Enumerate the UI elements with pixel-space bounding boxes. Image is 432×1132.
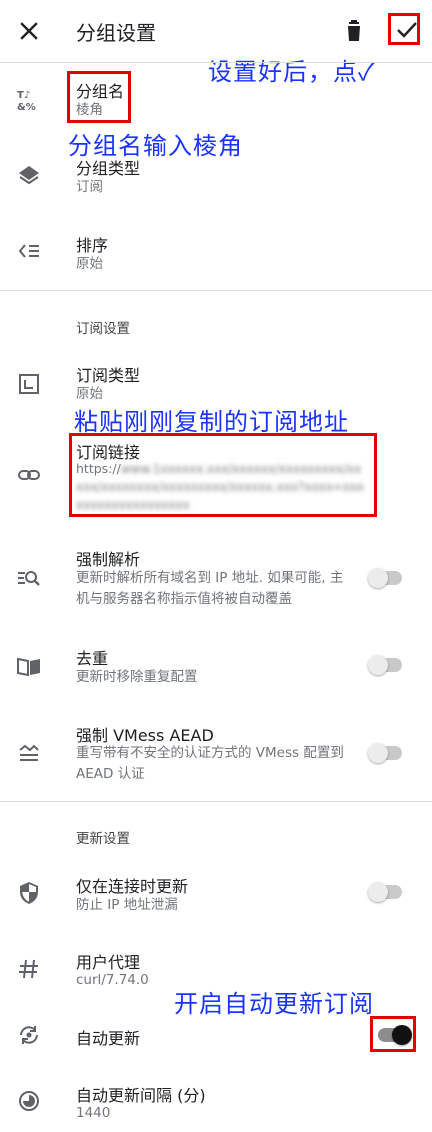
switch-thumb (368, 568, 388, 588)
vmess-aead-row[interactable]: 强制 VMess AEAD 重写带有不安全的认证方式的 VMess 配置到 AE… (0, 712, 432, 800)
auto-update-title: 自动更新 (76, 1029, 141, 1048)
auto-update-interval-row[interactable]: 自动更新间隔 (分) 1440 (0, 1068, 432, 1132)
sort-value: 原始 (76, 256, 103, 272)
user-agent-value: curl/7.74.0 (76, 972, 149, 988)
sort-row[interactable]: 排序 原始 (0, 214, 432, 290)
sort-title: 排序 (76, 236, 109, 255)
auto-update-highlight-box (370, 1016, 416, 1052)
switch-thumb (368, 743, 388, 763)
vmess-aead-desc: 重写带有不安全的认证方式的 VMess 配置到 AEAD 认证 (76, 745, 344, 782)
divider (0, 801, 432, 802)
group-type-value: 订阅 (76, 179, 103, 195)
divider (0, 290, 432, 291)
group-type-row[interactable]: 分组类型 订阅 (0, 138, 432, 214)
book-icon (16, 653, 42, 679)
layers-icon (16, 162, 42, 188)
subscription-section-header: 订阅设置 (76, 321, 130, 337)
dedup-row[interactable]: 去重 更新时移除重复配置 (0, 632, 432, 702)
close-icon[interactable] (14, 16, 44, 46)
only-connected-title: 仅在连接时更新 (76, 877, 189, 896)
subscription-link-highlight-box (69, 433, 377, 517)
hash-icon (16, 956, 42, 982)
sort-icon (16, 238, 42, 264)
waves-icon (16, 740, 42, 766)
force-resolve-switch[interactable] (368, 568, 404, 588)
only-connected-switch[interactable] (368, 882, 404, 902)
group-type-title: 分组类型 (76, 159, 141, 178)
subscription-type-title: 订阅类型 (76, 366, 141, 385)
auto-update-row[interactable]: 自动更新 (0, 1012, 432, 1058)
dedup-desc: 更新时移除重复配置 (76, 669, 198, 685)
dedup-switch[interactable] (368, 655, 404, 675)
svg-text:&%: &% (17, 102, 36, 112)
dns-search-icon (16, 565, 42, 591)
page-title: 分组设置 (76, 21, 156, 45)
switch-thumb (368, 655, 388, 675)
update-section-header: 更新设置 (76, 831, 130, 847)
sync-icon (16, 1022, 42, 1048)
force-resolve-desc: 更新时解析所有域名到 IP 地址. 如果可能, 主机与服务器名称指示值将被自动覆… (76, 570, 344, 607)
subscription-type-icon (16, 371, 42, 397)
text-format-icon: T♪ &% (16, 86, 42, 113)
confirm-highlight-box (388, 13, 420, 45)
dedup-title: 去重 (76, 649, 109, 668)
force-resolve-title: 强制解析 (76, 550, 141, 569)
force-resolve-row[interactable]: 强制解析 更新时解析所有域名到 IP 地址. 如果可能, 主机与服务器名称指示值… (0, 534, 432, 622)
auto-update-interval-value: 1440 (76, 1105, 111, 1121)
vmess-aead-switch[interactable] (368, 743, 404, 763)
timelapse-icon (16, 1088, 42, 1114)
shield-icon (16, 880, 42, 906)
group-name-highlight-box (67, 71, 131, 123)
delete-icon[interactable] (340, 17, 368, 45)
link-icon (16, 462, 42, 488)
only-connected-row[interactable]: 仅在连接时更新 防止 IP 地址泄漏 (0, 860, 432, 930)
svg-text:T♪: T♪ (17, 90, 30, 101)
switch-thumb (368, 882, 388, 902)
only-connected-desc: 防止 IP 地址泄漏 (76, 897, 178, 913)
